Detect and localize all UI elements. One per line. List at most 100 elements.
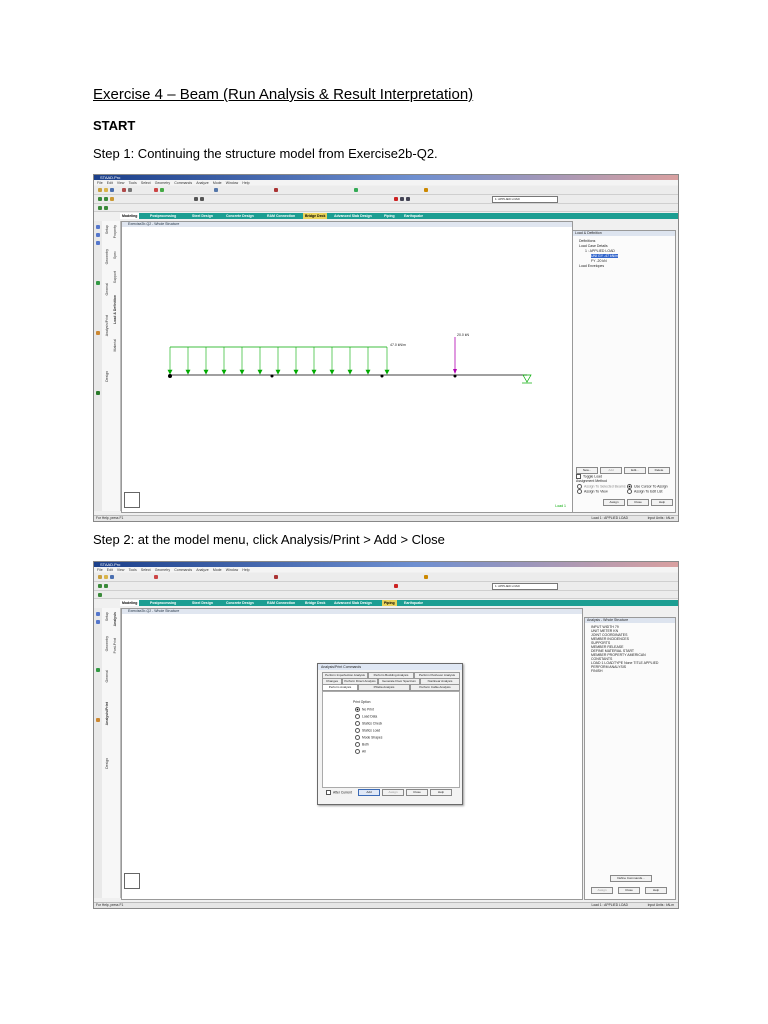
- dialog-assign-button[interactable]: Assign: [382, 789, 404, 796]
- menu-file[interactable]: File: [97, 181, 103, 185]
- run-analysis-icon[interactable]: [274, 188, 278, 192]
- model-viewport[interactable]: Exercise2b-Q2 - Whole Structure Analysis…: [121, 608, 583, 900]
- view-top-icon[interactable]: [96, 620, 100, 624]
- tab-piping[interactable]: Piping: [382, 213, 397, 219]
- subtab-analysis[interactable]: Analysis: [113, 612, 117, 626]
- tree-load-envelopes[interactable]: Load Envelopes: [579, 264, 604, 268]
- toolbar-row-2[interactable]: 1: APPLIED LOAD: [94, 582, 678, 591]
- assign-button[interactable]: Assign: [591, 887, 613, 894]
- help-button[interactable]: Help: [645, 887, 667, 894]
- tab-ram-connection[interactable]: RAM Connection: [265, 213, 297, 219]
- menu-edit[interactable]: Edit: [107, 568, 113, 572]
- toolbar-row-3[interactable]: [94, 204, 678, 212]
- tree-point-load[interactable]: FY -20 kN: [591, 259, 607, 263]
- option-statics-check[interactable]: Statics Check: [355, 721, 382, 726]
- menu-help[interactable]: Help: [242, 568, 249, 572]
- sidebar-tab-analysis-print[interactable]: Analysis/Print: [105, 315, 109, 336]
- assign-button[interactable]: Assign: [603, 499, 625, 506]
- analysis-panel[interactable]: Analysis - Whole Structure INPUT WIDTH 7…: [584, 617, 676, 900]
- select-beams-icon[interactable]: [104, 584, 108, 588]
- view-front-icon[interactable]: [96, 612, 100, 616]
- undo-icon[interactable]: [154, 575, 158, 579]
- sidebar-tab-design[interactable]: Design: [105, 371, 109, 382]
- tab-advanced-slab-design[interactable]: Advanced Slab Design: [332, 213, 374, 219]
- menu-analyze[interactable]: Analyze: [196, 568, 208, 572]
- label-icon[interactable]: [424, 188, 428, 192]
- redo-icon[interactable]: [160, 188, 164, 192]
- option-load-data[interactable]: Load Data: [355, 714, 377, 719]
- left-icon-strip[interactable]: [94, 608, 102, 898]
- menu-commands[interactable]: Commands: [174, 568, 192, 572]
- close-button[interactable]: Close: [627, 499, 649, 506]
- save-icon[interactable]: [110, 575, 114, 579]
- select-nodes-icon[interactable]: [98, 197, 102, 201]
- tab-pdelta-analysis[interactable]: PDelta Analysis: [358, 684, 410, 691]
- cursor-icon[interactable]: [98, 593, 102, 597]
- close-button[interactable]: Close: [618, 887, 640, 894]
- load-case-select[interactable]: 1: APPLIED LOAD: [492, 583, 558, 590]
- tree-load-case-details[interactable]: Load Case Details: [579, 244, 608, 248]
- copy-icon[interactable]: [128, 188, 132, 192]
- menu-help[interactable]: Help: [242, 181, 249, 185]
- menu-select[interactable]: Select: [141, 568, 151, 572]
- menu-bar[interactable]: File Edit View Tools Select Geometry Com…: [94, 180, 678, 185]
- tab-bridge-deck[interactable]: Bridge Deck: [303, 600, 327, 606]
- subtab-post-print[interactable]: Post-Print: [113, 638, 117, 653]
- sidebar-tab-general[interactable]: General: [105, 283, 109, 295]
- tab-postprocessing[interactable]: Postprocessing: [148, 213, 178, 219]
- add-button[interactable]: Add: [600, 467, 622, 474]
- menu-mode[interactable]: Mode: [213, 568, 222, 572]
- node-cursor-icon[interactable]: [104, 206, 108, 210]
- select-beams-icon[interactable]: [104, 197, 108, 201]
- tab-concrete-design[interactable]: Concrete Design: [224, 213, 256, 219]
- zoom-window-icon[interactable]: [394, 197, 398, 201]
- new-file-icon[interactable]: [98, 188, 102, 192]
- sidebar-tab-setup[interactable]: Setup: [105, 612, 109, 621]
- open-file-icon[interactable]: [104, 188, 108, 192]
- subtab-load-definition[interactable]: Load & Definition: [113, 295, 117, 324]
- cmd-finish[interactable]: FINISH: [591, 669, 602, 673]
- tab-cable-analysis[interactable]: Perform Cable Analysis: [410, 684, 460, 691]
- rotate-icon[interactable]: [194, 197, 198, 201]
- page-control-tabs[interactable]: Modeling Postprocessing Steel Design Con…: [120, 600, 678, 606]
- open-file-icon[interactable]: [104, 575, 108, 579]
- sidebar-tab-setup[interactable]: Setup: [105, 225, 109, 234]
- tab-modeling[interactable]: Modeling: [120, 600, 140, 606]
- tab-steel-design[interactable]: Steel Design: [190, 213, 215, 219]
- tab-perform-analysis[interactable]: Perform Analysis: [322, 684, 358, 691]
- page-control-sidebar[interactable]: Setup Geometry General Analysis/Print De…: [102, 221, 121, 511]
- dialog-add-button[interactable]: Add: [358, 789, 380, 796]
- zoom-in-icon[interactable]: [400, 197, 404, 201]
- page-control-tabs[interactable]: Modeling Postprocessing Steel Design Con…: [120, 213, 678, 219]
- beam-icon[interactable]: [96, 718, 100, 722]
- subtab-spec[interactable]: Spec: [113, 251, 117, 259]
- tree-udl-load[interactable]: UNI GY -47 kN/m: [591, 254, 619, 258]
- save-icon[interactable]: [110, 188, 114, 192]
- subtab-material[interactable]: Material: [113, 339, 117, 351]
- view-front-icon[interactable]: [96, 225, 100, 229]
- menu-bar[interactable]: File Edit View Tools Select Geometry Com…: [94, 567, 678, 572]
- left-icon-strip[interactable]: [94, 221, 102, 511]
- tab-piping[interactable]: Piping: [382, 600, 397, 606]
- new-button[interactable]: New...: [576, 467, 598, 474]
- menu-select[interactable]: Select: [141, 181, 151, 185]
- snap-grid-icon[interactable]: [96, 668, 100, 672]
- assign-edit-list-radio[interactable]: Assign To Edit List: [627, 489, 663, 494]
- help-button[interactable]: Help: [651, 499, 673, 506]
- run-analysis-icon[interactable]: [274, 575, 278, 579]
- undo-icon[interactable]: [154, 188, 158, 192]
- after-current-checkbox[interactable]: After Current: [326, 790, 352, 795]
- option-no-print[interactable]: No Print: [355, 707, 374, 712]
- sidebar-tab-geometry[interactable]: Geometry: [105, 636, 109, 651]
- select-plates-icon[interactable]: [110, 197, 114, 201]
- zoom-window-icon[interactable]: [394, 584, 398, 588]
- menu-geometry[interactable]: Geometry: [155, 568, 170, 572]
- assign-view-radio[interactable]: Assign To View: [577, 489, 608, 494]
- tab-postprocessing[interactable]: Postprocessing: [148, 600, 178, 606]
- tree-load-case-1[interactable]: 1 : APPLIED LOAD: [585, 249, 615, 253]
- tab-steel-design[interactable]: Steel Design: [190, 600, 215, 606]
- define-commands-button[interactable]: Define Commands...: [610, 875, 652, 882]
- delete-button[interactable]: Delete: [648, 467, 670, 474]
- menu-mode[interactable]: Mode: [213, 181, 222, 185]
- dialog-help-button[interactable]: Help: [430, 789, 452, 796]
